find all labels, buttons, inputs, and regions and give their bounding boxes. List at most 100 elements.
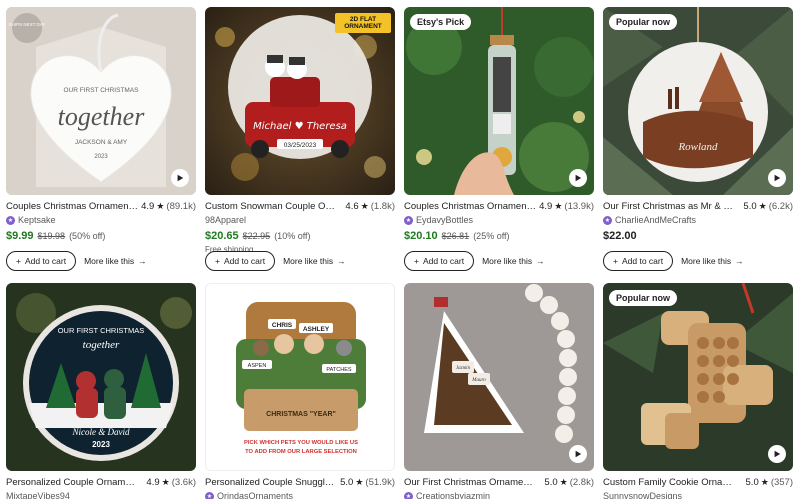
listing-title[interactable]: Our First Christmas Ornament 2... [404,477,536,488]
shop-name[interactable]: ★ CharlieAndMeCrafts [603,215,793,225]
listing-card[interactable]: Rowland Popular now Our First Christmas … [603,7,793,271]
listing-image[interactable]: OUR FIRST CHRISTMAS together JACKSON & A… [6,7,196,195]
more-like-this-link[interactable]: More like this → [681,256,744,266]
shop-name[interactable]: ★ Keptsake [6,215,196,225]
shop-name-label[interactable]: OrindasOrnaments [217,491,293,499]
add-to-cart-label: Add to cart [422,256,465,266]
rating-value: 5.0 [544,477,558,488]
rating: 5.0 ★ (357) [746,477,793,488]
star-icon: ★ [360,201,369,211]
play-video-icon[interactable] [768,169,786,187]
listing-image[interactable]: OUR FIRST CHRISTMAS together Nicole & Da… [6,283,196,471]
ornament-year: 2023 [94,154,108,160]
shop-name[interactable]: ★ Creationsbyjazmin [404,491,594,499]
listing-card[interactable]: CHRIS ASHLEY ASPEN PATCHES CHRISTMAS "YE… [205,283,395,499]
shop-name-label[interactable]: Keptsake [18,215,56,225]
review-count: (2.8k) [569,477,594,488]
popular-now-badge: Popular now [609,290,677,306]
plus-icon: + [414,256,419,266]
svg-text:Rowland: Rowland [677,141,718,153]
more-like-this-label: More like this [84,256,135,266]
add-to-cart-label: Add to cart [621,256,664,266]
sale-price: $9.99 [6,230,34,242]
play-video-icon[interactable] [569,445,587,463]
shop-name[interactable]: 98Apparel [205,215,395,225]
rating-value: 4.9 [539,201,553,212]
price-row: $20.10 $26.81 (25% off) [404,230,594,242]
review-count: (51.9k) [365,477,395,488]
listing-card[interactable]: Etsy's Pick Couples Christmas Ornament, … [404,7,594,271]
add-to-cart-button[interactable]: + Add to cart [603,251,674,271]
more-like-this-link[interactable]: More like this → [84,256,147,266]
discount-percent: (10% off) [274,231,311,241]
discount-percent: (25% off) [473,231,510,241]
star-seller-icon: ★ [404,215,413,225]
svg-text:Mauro: Mauro [471,378,486,383]
sale-price: $20.65 [205,230,239,242]
svg-text:Jazmin: Jazmin [456,366,471,371]
shop-name-label[interactable]: CharlieAndMeCrafts [615,215,696,225]
play-video-icon[interactable] [171,169,189,187]
star-icon: ★ [758,201,767,211]
listing-title[interactable]: Personalized Couple Snuggled i... [205,477,337,488]
listing-image[interactable]: CHRIS ASHLEY ASPEN PATCHES CHRISTMAS "YE… [205,283,395,471]
listing-card[interactable]: Popular now Custom Family Cookie Ornamen… [603,283,793,499]
original-price: $19.98 [37,231,66,241]
discount-percent: (50% off) [69,231,106,241]
listing-title[interactable]: Our First Christmas as Mr & Mrs ... [603,201,735,212]
shop-name-label[interactable]: EydavyBottles [416,215,473,225]
listing-image[interactable]: Michael ♥ Theresa 03/25/2023 2D FLAT ORN… [205,7,395,195]
rating: 4.9 ★ (89.1k) [141,201,196,212]
star-seller-icon: ★ [205,491,214,499]
arrow-right-icon: → [337,256,346,266]
ships-next-day-seal: SHIPS NEXT DAY [9,22,46,27]
shop-name-label[interactable]: SunnysnowDesigns [603,491,682,499]
add-to-cart-button[interactable]: + Add to cart [205,251,276,271]
listing-title[interactable]: Custom Snowman Couple Orna... [205,201,337,212]
listing-title[interactable]: Couples Christmas Ornament - F... [6,201,138,212]
listing-card[interactable]: OUR FIRST CHRISTMAS together JACKSON & A… [6,7,196,271]
shop-name[interactable]: MixtapeVibes94 [6,491,196,499]
ornament-names: Nicole & David [72,427,130,437]
pet-name-2: PATCHES [326,367,351,373]
arrow-right-icon: → [138,256,147,266]
review-count: (1.8k) [370,201,395,212]
listing-card[interactable]: Jazmin Mauro Our First Christmas Ornamen… [404,283,594,499]
play-video-icon[interactable] [569,169,587,187]
shop-name[interactable]: ★ OrindasOrnaments [205,491,395,499]
shop-name[interactable]: SunnysnowDesigns [603,491,793,499]
rating-value: 4.9 [141,201,155,212]
add-to-cart-button[interactable]: + Add to cart [404,251,475,271]
listing-image[interactable]: Rowland Popular now [603,7,793,195]
more-like-this-link[interactable]: More like this → [482,256,545,266]
shop-name-label[interactable]: MixtapeVibes94 [6,491,70,499]
listing-image[interactable]: Etsy's Pick [404,7,594,195]
ornament-script-text: together [83,339,120,351]
pet-name-1: ASPEN [248,363,267,369]
shop-name[interactable]: ★ EydavyBottles [404,215,594,225]
listing-title[interactable]: Custom Family Cookie Ornamen... [603,477,735,488]
listing-title[interactable]: Couples Christmas Ornament, P... [404,201,536,212]
rating: 4.9 ★ (3.6k) [146,477,196,488]
add-to-cart-button[interactable]: + Add to cart [6,251,77,271]
listing-title[interactable]: Personalized Couple Ornament, ... [6,477,138,488]
play-video-icon[interactable] [768,445,786,463]
listing-card[interactable]: Michael ♥ Theresa 03/25/2023 2D FLAT ORN… [205,7,395,271]
ornament-text-line1: OUR FIRST CHRISTMAS [58,326,145,335]
shop-name-label[interactable]: Creationsbyjazmin [416,491,490,499]
shop-name-label[interactable]: 98Apparel [205,215,246,225]
listing-image[interactable]: Jazmin Mauro [404,283,594,471]
ornament-name-2: ASHLEY [303,326,330,333]
star-icon: ★ [760,477,769,487]
original-price: $26.81 [441,231,470,241]
listing-image[interactable]: Popular now [603,283,793,471]
plus-icon: + [215,256,220,266]
star-icon: ★ [161,477,170,487]
arrow-right-icon: → [735,256,744,266]
listing-card[interactable]: OUR FIRST CHRISTMAS together Nicole & Da… [6,283,196,499]
rating-value: 4.6 [345,201,359,212]
rating: 5.0 ★ (6.2k) [743,201,793,212]
flat-ornament-badge: 2D FLAT ORNAMENT [344,16,382,31]
original-price: $22.95 [242,231,271,241]
more-like-this-link[interactable]: More like this → [283,256,346,266]
